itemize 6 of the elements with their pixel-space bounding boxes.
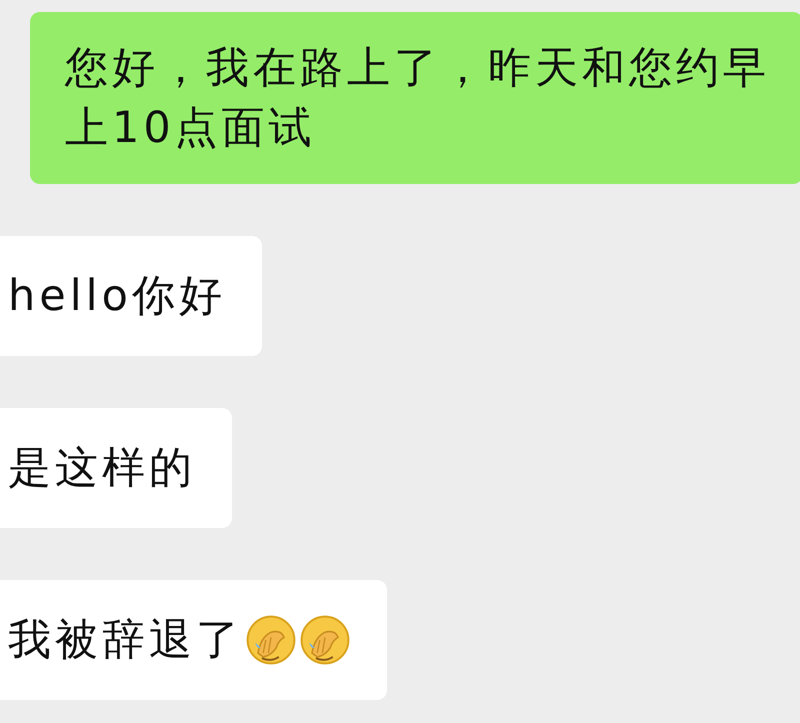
message-text: 您好，我在路上了，昨天和您约早上10点面试: [65, 42, 771, 155]
message-text: 我被辞退了: [8, 614, 243, 667]
message-text: 是这样的: [8, 442, 196, 495]
facepalm-emoji-icon: [299, 614, 351, 666]
facepalm-emoji-icon: [245, 614, 297, 666]
message-text: hello你好: [8, 270, 226, 323]
